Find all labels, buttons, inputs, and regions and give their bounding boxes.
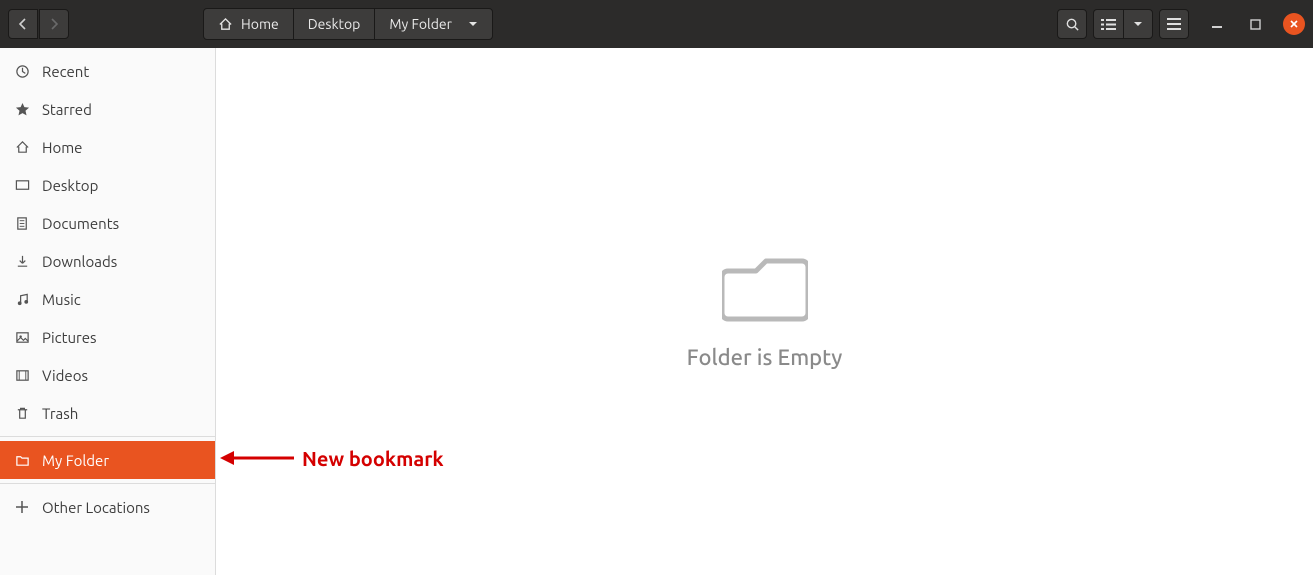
sidebar-item-music[interactable]: Music <box>0 280 215 318</box>
home-icon <box>218 17 233 32</box>
sidebar-item-videos[interactable]: Videos <box>0 356 215 394</box>
sidebar-item-label: Other Locations <box>42 499 150 516</box>
sidebar-item-pictures[interactable]: Pictures <box>0 318 215 356</box>
sidebar: Recent Starred Home Desktop Documents Do… <box>0 48 216 575</box>
sidebar-item-home[interactable]: Home <box>0 128 215 166</box>
forward-button[interactable] <box>39 9 69 39</box>
sidebar-item-label: Starred <box>42 101 92 118</box>
sidebar-item-label: Music <box>42 291 81 308</box>
downloads-icon <box>14 254 30 269</box>
breadcrumb-desktop[interactable]: Desktop <box>294 9 376 39</box>
sidebar-item-downloads[interactable]: Downloads <box>0 242 215 280</box>
breadcrumb-desktop-label: Desktop <box>308 16 361 32</box>
pictures-icon <box>14 330 30 345</box>
sidebar-item-label: Home <box>42 139 82 156</box>
music-icon <box>14 292 30 307</box>
view-list-button[interactable] <box>1093 9 1123 39</box>
back-button[interactable] <box>8 9 38 39</box>
empty-folder-icon <box>722 253 808 325</box>
window-controls <box>1207 13 1305 35</box>
body-area: Recent Starred Home Desktop Documents Do… <box>0 48 1313 575</box>
videos-icon <box>14 368 30 383</box>
breadcrumb-home[interactable]: Home <box>204 9 294 39</box>
sidebar-item-trash[interactable]: Trash <box>0 394 215 432</box>
breadcrumb-home-label: Home <box>241 16 279 32</box>
search-button[interactable] <box>1057 9 1087 39</box>
plus-icon <box>14 500 30 514</box>
maximize-button[interactable] <box>1245 14 1265 34</box>
home-icon <box>14 140 30 155</box>
sidebar-item-label: Trash <box>42 405 78 422</box>
breadcrumb-current[interactable]: My Folder <box>375 9 492 39</box>
sidebar-separator <box>0 436 215 437</box>
breadcrumb-current-label: My Folder <box>389 16 452 32</box>
sidebar-bookmark-myfolder[interactable]: My Folder <box>0 441 215 479</box>
titlebar: Home Desktop My Folder <box>0 0 1313 48</box>
sidebar-item-documents[interactable]: Documents <box>0 204 215 242</box>
main-content: Folder is Empty <box>216 48 1313 575</box>
sidebar-item-label: Videos <box>42 367 88 384</box>
sidebar-item-recent[interactable]: Recent <box>0 52 215 90</box>
sidebar-item-desktop[interactable]: Desktop <box>0 166 215 204</box>
toolbar-right <box>1057 9 1305 39</box>
chevron-down-icon <box>468 19 478 29</box>
sidebar-item-label: Documents <box>42 215 119 232</box>
close-button[interactable] <box>1283 13 1305 35</box>
clock-icon <box>14 64 30 79</box>
folder-icon <box>14 453 30 468</box>
desktop-icon <box>14 178 30 193</box>
sidebar-separator <box>0 483 215 484</box>
sidebar-item-label: My Folder <box>42 452 109 469</box>
star-icon <box>14 102 30 117</box>
view-menu-button[interactable] <box>1123 9 1153 39</box>
sidebar-item-starred[interactable]: Starred <box>0 90 215 128</box>
sidebar-other-locations[interactable]: Other Locations <box>0 488 215 526</box>
hamburger-menu-button[interactable] <box>1159 9 1189 39</box>
documents-icon <box>14 216 30 231</box>
sidebar-item-label: Pictures <box>42 329 97 346</box>
sidebar-item-label: Desktop <box>42 177 98 194</box>
nav-buttons <box>8 9 69 39</box>
sidebar-item-label: Downloads <box>42 253 117 270</box>
minimize-button[interactable] <box>1207 14 1227 34</box>
breadcrumb: Home Desktop My Folder <box>203 8 493 40</box>
sidebar-item-label: Recent <box>42 63 89 80</box>
empty-folder-text: Folder is Empty <box>687 345 843 370</box>
trash-icon <box>14 406 30 421</box>
